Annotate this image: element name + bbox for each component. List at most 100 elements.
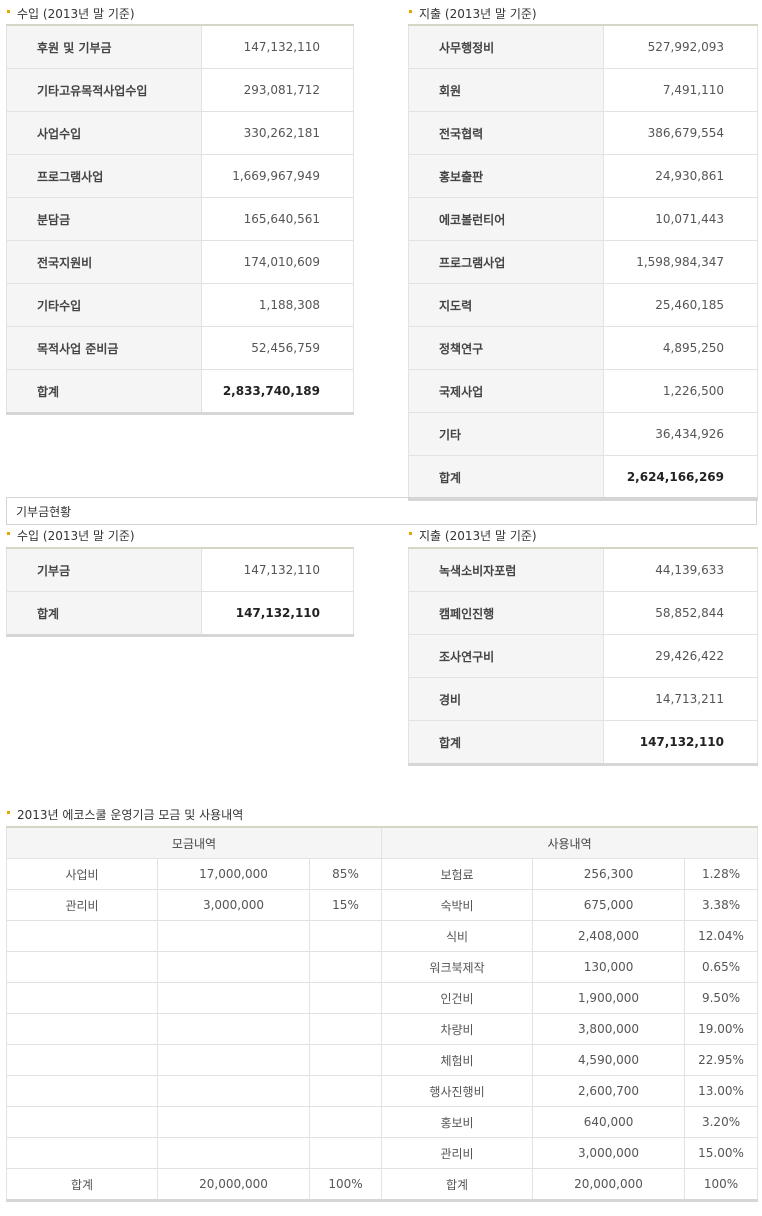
- row-value: 58,852,844: [603, 591, 758, 635]
- row-label: 경비: [408, 677, 604, 721]
- donation-expense-table: 녹색소비자포럼 44,139,633 캠페인진행 58,852,844 조사연구비 29,…: [408, 547, 758, 766]
- row-value: 29,426,422: [603, 634, 758, 678]
- table-row: 차량비 3,800,000 19.00%: [6, 1013, 759, 1045]
- row-label: 지도력: [408, 283, 604, 327]
- used-percent: 3.38%: [684, 889, 759, 921]
- total-row: 합계 2,624,166,269: [408, 455, 758, 500]
- table-row: 전국협력 386,679,554: [408, 111, 758, 155]
- raised-percent: 85%: [309, 858, 383, 890]
- bullet-icon: [7, 10, 10, 13]
- used-item: 체험비: [381, 1044, 534, 1076]
- used-percent: 1.28%: [684, 858, 759, 890]
- raised-amount: [157, 951, 310, 983]
- raised-percent: [309, 1013, 383, 1045]
- donation-income-table: 기부금 147,132,110 합계 147,132,110: [6, 547, 354, 637]
- row-label: 회원: [408, 68, 604, 112]
- table-row: 사업수입 330,262,181: [6, 111, 354, 155]
- row-label: 프로그램사업: [6, 154, 202, 198]
- row-label: 기부금: [6, 548, 202, 592]
- used-amount: 4,590,000: [532, 1044, 686, 1076]
- table-row: 관리비 3,000,000 15.00%: [6, 1137, 759, 1169]
- row-value: 165,640,561: [201, 197, 354, 241]
- table-row: 후원 및 기부금 147,132,110: [6, 25, 354, 69]
- row-value: 147,132,110: [201, 591, 354, 636]
- raised-item: [6, 982, 158, 1014]
- raised-amount: [157, 982, 310, 1014]
- row-label: 사업수입: [6, 111, 202, 155]
- raised-percent: [309, 920, 383, 952]
- donation-status-title: 기부금현황: [6, 497, 757, 525]
- used-amount: 1,900,000: [532, 982, 686, 1014]
- donation-expense-title: 지출 (2013년 말 기준): [402, 526, 537, 546]
- row-value: 1,669,967,949: [201, 154, 354, 198]
- used-item: 워크북제작: [381, 951, 534, 983]
- row-value: 36,434,926: [603, 412, 758, 456]
- row-label: 기타수입: [6, 283, 202, 327]
- table-row: 기타수입 1,188,308: [6, 283, 354, 327]
- raised-percent: [309, 1137, 383, 1169]
- row-label: 기타고유목적사업수입: [6, 68, 202, 112]
- used-percent: 3.20%: [684, 1106, 759, 1138]
- row-label: 합계: [408, 720, 604, 765]
- used-percent: 19.00%: [684, 1013, 759, 1045]
- table-row: 조사연구비 29,426,422: [408, 634, 758, 678]
- raised-amount: [157, 1013, 310, 1045]
- row-value: 1,598,984,347: [603, 240, 758, 284]
- row-value: 52,456,759: [201, 326, 354, 370]
- table-row: 홍보출판 24,930,861: [408, 154, 758, 198]
- table-row: 에코볼런티어 10,071,443: [408, 197, 758, 241]
- raised-item: [6, 1106, 158, 1138]
- ecoschool-table: 모금내역 사용내역 사업비 17,000,000 85% 보험료 256,300 1.28…: [6, 826, 759, 1202]
- table-row: 워크북제작 130,000 0.65%: [6, 951, 759, 983]
- raised-item: [6, 920, 158, 952]
- row-value: 44,139,633: [603, 548, 758, 592]
- used-percent: 12.04%: [684, 920, 759, 952]
- raised-item: [6, 1075, 158, 1107]
- row-label: 정책연구: [408, 326, 604, 370]
- total-row: 합계 2,833,740,189: [6, 369, 354, 414]
- used-percent: 13.00%: [684, 1075, 759, 1107]
- row-value: 386,679,554: [603, 111, 758, 155]
- row-label: 합계: [6, 369, 202, 414]
- income-section-title: 수입 (2013년 말 기준): [0, 4, 135, 24]
- raised-percent: [309, 1075, 383, 1107]
- row-value: 293,081,712: [201, 68, 354, 112]
- table-row: 홍보비 640,000 3.20%: [6, 1106, 759, 1138]
- raised-amount: [157, 920, 310, 952]
- table-row: 정책연구 4,895,250: [408, 326, 758, 370]
- table-row: 기타고유목적사업수입 293,081,712: [6, 68, 354, 112]
- row-label: 홍보출판: [408, 154, 604, 198]
- row-value: 10,071,443: [603, 197, 758, 241]
- used-amount: 20,000,000: [532, 1168, 686, 1201]
- table-row: 녹색소비자포럼 44,139,633: [408, 548, 758, 592]
- row-value: 527,992,093: [603, 25, 758, 69]
- table-row: 전국지원비 174,010,609: [6, 240, 354, 284]
- row-value: 2,833,740,189: [201, 369, 354, 414]
- row-value: 147,132,110: [201, 25, 354, 69]
- raised-percent: [309, 951, 383, 983]
- total-row: 합계 147,132,110: [408, 720, 758, 765]
- raised-item: [6, 1137, 158, 1169]
- raised-percent: [309, 1106, 383, 1138]
- raised-percent: 15%: [309, 889, 383, 921]
- row-label: 후원 및 기부금: [6, 25, 202, 69]
- raised-amount: [157, 1106, 310, 1138]
- used-item: 인건비: [381, 982, 534, 1014]
- raised-item: 합계: [6, 1168, 158, 1201]
- table-row: 회원 7,491,110: [408, 68, 758, 112]
- used-item: 홍보비: [381, 1106, 534, 1138]
- row-label: 목적사업 준비금: [6, 326, 202, 370]
- raised-header: 모금내역: [6, 827, 383, 859]
- row-label: 녹색소비자포럼: [408, 548, 604, 592]
- used-amount: 256,300: [532, 858, 686, 890]
- raised-amount: 20,000,000: [157, 1168, 310, 1201]
- used-amount: 3,800,000: [532, 1013, 686, 1045]
- raised-amount: [157, 1137, 310, 1169]
- raised-item: [6, 1044, 158, 1076]
- raised-amount: 17,000,000: [157, 858, 310, 890]
- raised-item: 관리비: [6, 889, 158, 921]
- row-label: 기타: [408, 412, 604, 456]
- row-value: 2,624,166,269: [603, 455, 758, 500]
- raised-amount: [157, 1044, 310, 1076]
- row-value: 14,713,211: [603, 677, 758, 721]
